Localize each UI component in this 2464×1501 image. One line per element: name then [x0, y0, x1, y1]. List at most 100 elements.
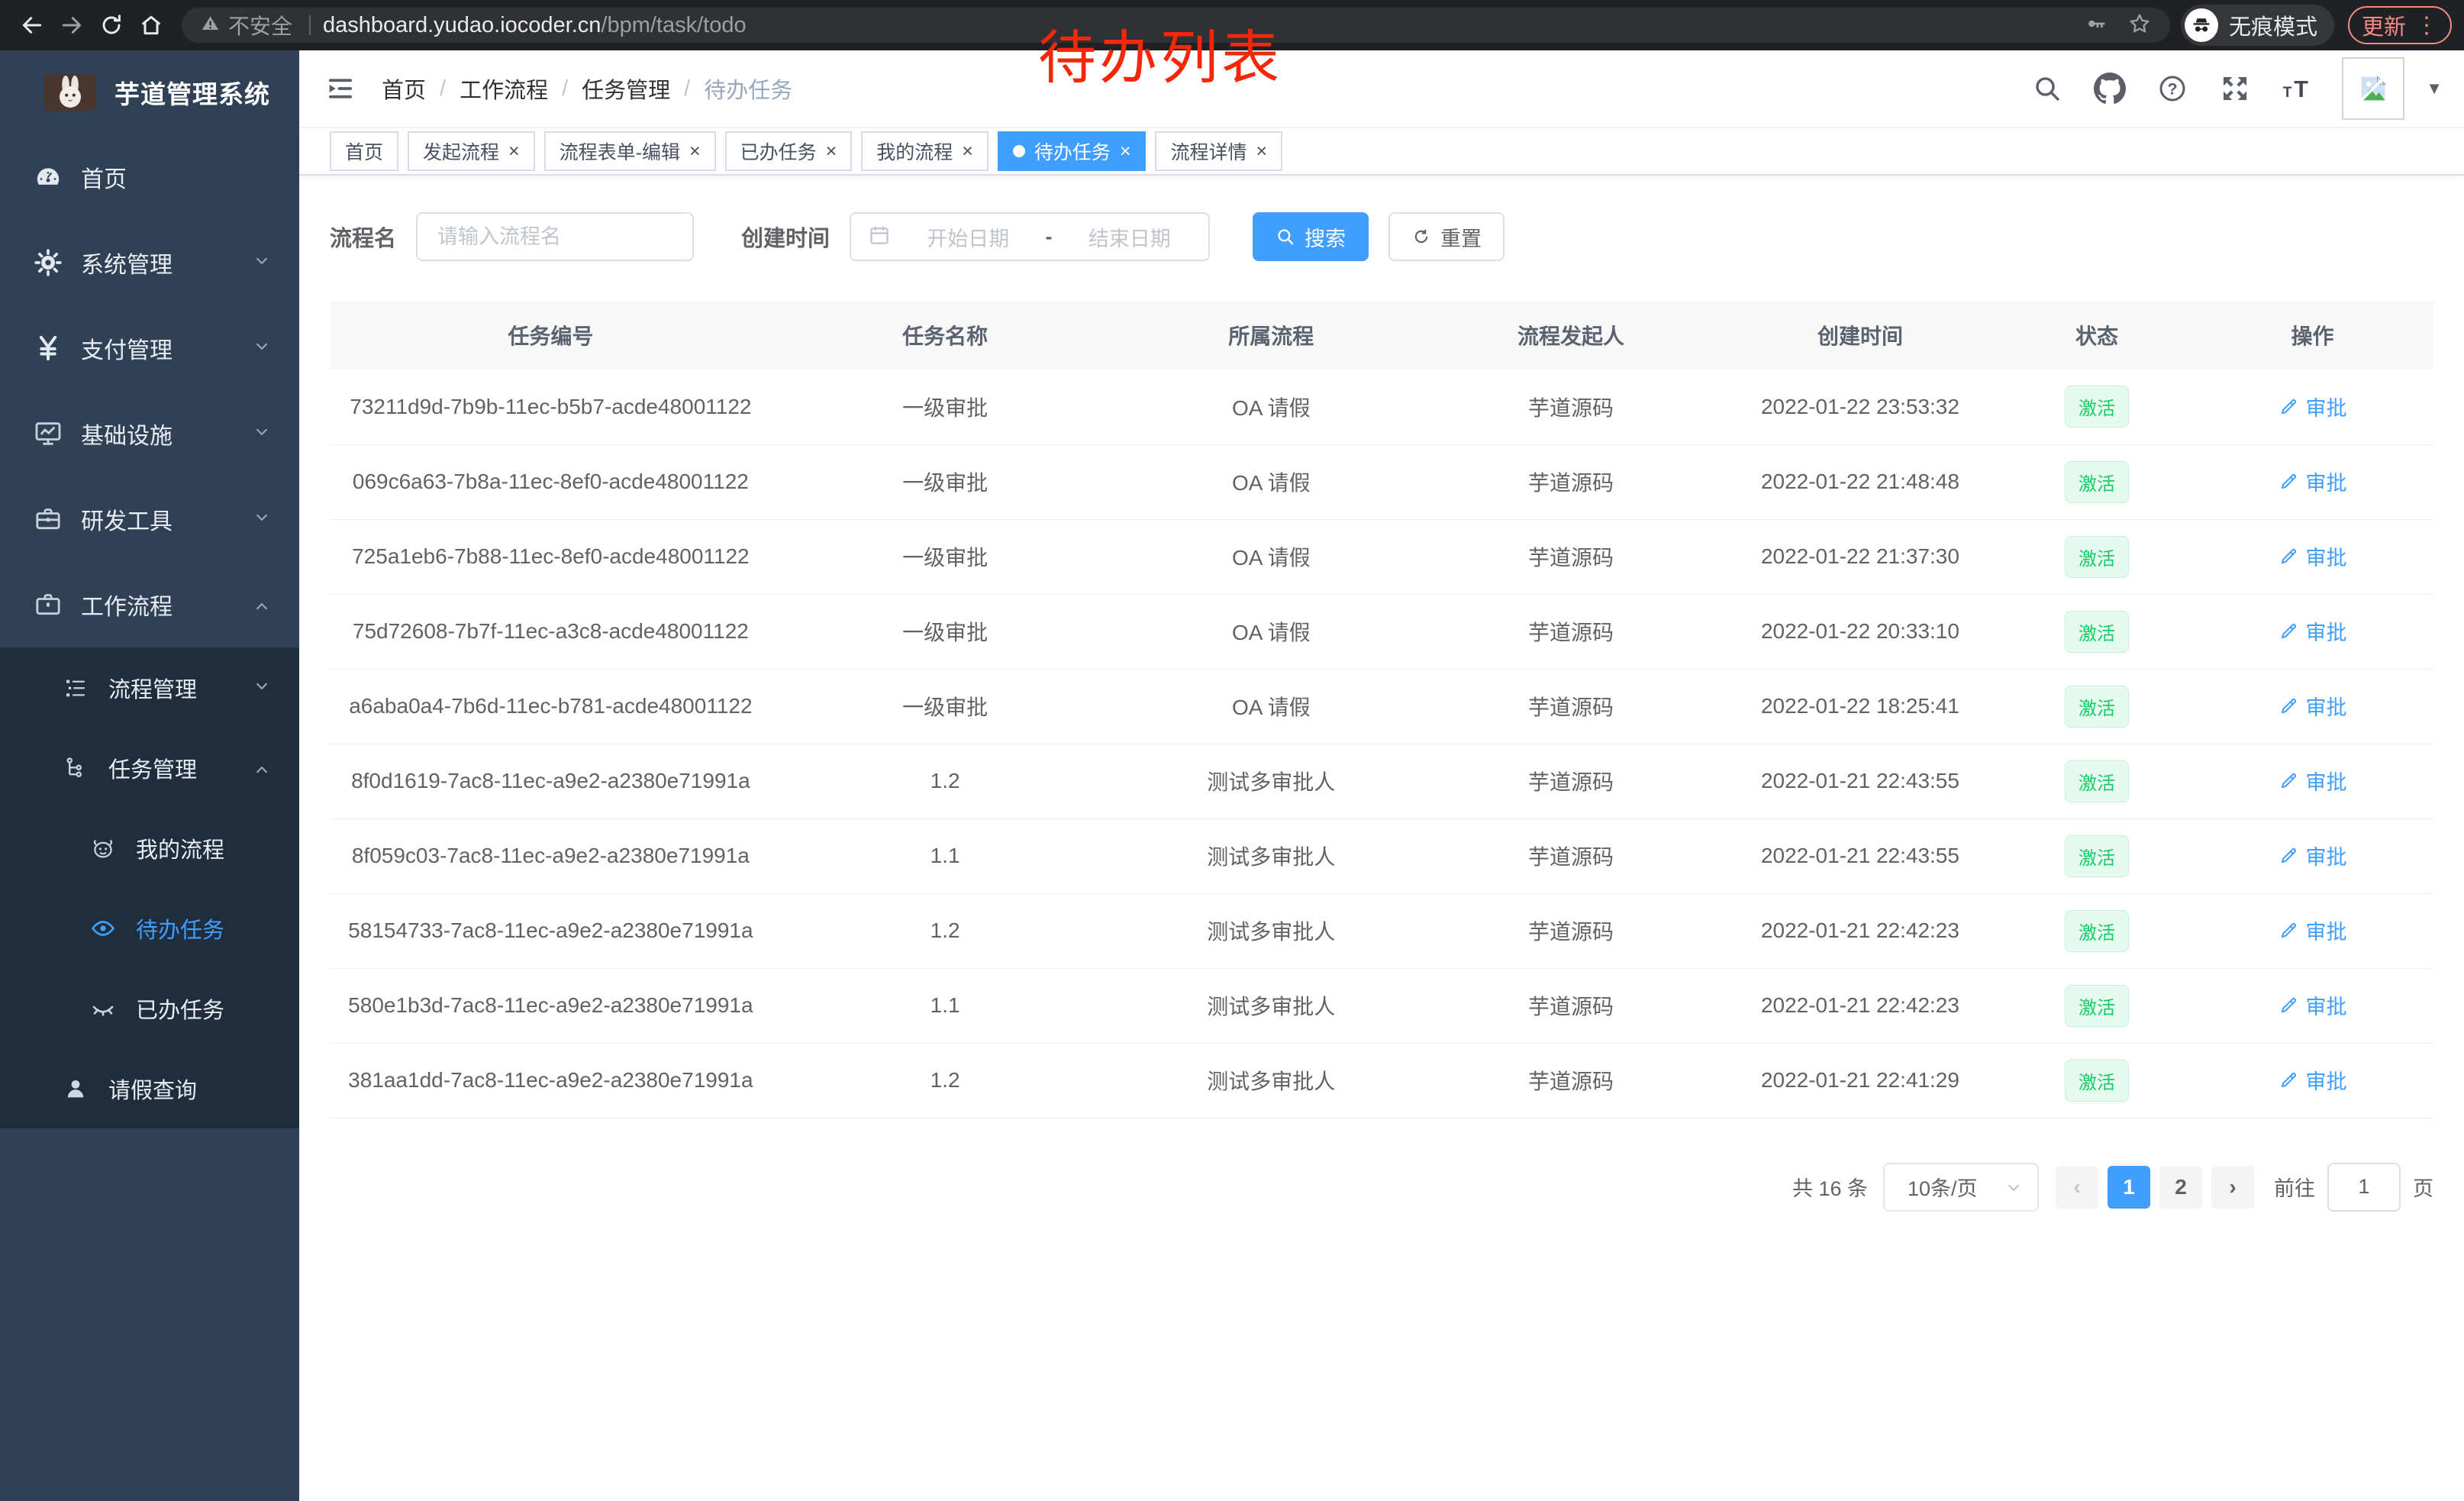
close-icon[interactable]: ×: [689, 140, 701, 163]
date-range-picker[interactable]: 开始日期 - 结束日期: [850, 212, 1210, 261]
branch-tree-icon: [58, 755, 93, 781]
back-icon[interactable]: [12, 5, 52, 45]
search-icon[interactable]: [2029, 70, 2066, 107]
approve-link[interactable]: 审批: [2279, 616, 2347, 646]
sidebar-item-leave-query[interactable]: 请假查询: [0, 1048, 299, 1128]
task-name-cell: 1.1: [772, 818, 1119, 893]
sidebar-item-label: 流程管理: [108, 672, 197, 704]
approve-link[interactable]: 审批: [2279, 392, 2347, 421]
sidebar-item-home[interactable]: 首页: [0, 134, 299, 220]
goto-page-input[interactable]: [2327, 1163, 2401, 1212]
task-name-cell: 1.2: [772, 744, 1119, 818]
tab-todo-tasks[interactable]: 待办任务×: [998, 131, 1147, 171]
browser-chrome: 不安全 dashboard.yudao.iocoder.cn /bpm/task…: [0, 0, 2464, 50]
approve-link[interactable]: 审批: [2279, 990, 2347, 1020]
tab-done-tasks[interactable]: 已办任务×: [725, 131, 853, 171]
sidebar-item-payment[interactable]: 支付管理: [0, 305, 299, 391]
task-name-cell: 一级审批: [772, 444, 1119, 519]
table-row: 75d72608-7b7f-11ec-a3c8-acde48001122 一级审…: [330, 594, 2433, 669]
dashboard-icon: [31, 162, 66, 192]
tab-process-detail[interactable]: 流程详情×: [1155, 131, 1282, 171]
page-button-1[interactable]: 1: [2108, 1166, 2150, 1209]
process-cell: OA 请假: [1118, 519, 1424, 594]
avatar[interactable]: [2342, 57, 2404, 120]
close-icon[interactable]: ×: [1256, 140, 1267, 163]
url-path[interactable]: /bpm/task/todo: [601, 13, 746, 38]
svg-text:?: ?: [2168, 79, 2178, 98]
caret-down-icon[interactable]: ▼: [2426, 79, 2443, 98]
reload-icon[interactable]: [92, 5, 131, 45]
sidebar-item-system[interactable]: 系统管理: [0, 220, 299, 305]
tab-home[interactable]: 首页: [330, 131, 398, 171]
search-button[interactable]: 搜索: [1253, 212, 1369, 261]
starter-cell: 芋道源码: [1424, 370, 1718, 444]
address-bar[interactable]: 不安全 dashboard.yudao.iocoder.cn /bpm/task…: [182, 8, 2170, 43]
start-date-placeholder[interactable]: 开始日期: [906, 222, 1030, 252]
table-row: 725a1eb6-7b88-11ec-8ef0-acde48001122 一级审…: [330, 519, 2433, 594]
starter-cell: 芋道源码: [1424, 818, 1718, 893]
update-button[interactable]: 更新 ⋮: [2348, 6, 2452, 44]
process-cell: OA 请假: [1118, 370, 1424, 444]
approve-link[interactable]: 审批: [2279, 466, 2347, 496]
created-cell: 2022-01-21 22:42:23: [1718, 968, 2002, 1043]
hamburger-icon[interactable]: [321, 69, 360, 108]
sidebar-item-infrastructure[interactable]: 基础设施: [0, 391, 299, 476]
approve-link[interactable]: 审批: [2279, 541, 2347, 571]
close-icon[interactable]: ×: [508, 140, 520, 163]
close-icon[interactable]: ×: [826, 140, 837, 163]
sidebar-item-label: 待办任务: [136, 912, 224, 944]
starter-cell: 芋道源码: [1424, 893, 1718, 968]
home-icon[interactable]: [131, 5, 171, 45]
pagination: 共 16 条 10条/页 ‹ 1 2 › 前往 页: [330, 1163, 2433, 1212]
tab-process-form-edit[interactable]: 流程表单-编辑×: [544, 131, 716, 171]
status-badge: 激活: [2065, 686, 2129, 728]
sidebar-item-devtools[interactable]: 研发工具: [0, 476, 299, 562]
approve-link[interactable]: 审批: [2279, 1065, 2347, 1095]
end-date-placeholder[interactable]: 结束日期: [1068, 222, 1192, 252]
tab-start-process[interactable]: 发起流程×: [408, 131, 535, 171]
page-size-select[interactable]: 10条/页: [1883, 1163, 2039, 1212]
url-domain[interactable]: dashboard.yudao.iocoder.cn: [323, 13, 601, 38]
chevron-down-icon: [2004, 1177, 2024, 1197]
sidebar-item-workflow[interactable]: 工作流程: [0, 562, 299, 647]
help-icon[interactable]: ?: [2154, 70, 2191, 107]
close-icon[interactable]: ×: [962, 140, 973, 163]
sidebar-item-my-process[interactable]: 我的流程: [0, 808, 299, 888]
bookmark-star-icon[interactable]: [2127, 11, 2152, 40]
process-cell: OA 请假: [1118, 444, 1424, 519]
github-icon[interactable]: [2091, 70, 2128, 107]
reset-button[interactable]: 重置: [1388, 212, 1505, 261]
page-button-2[interactable]: 2: [2159, 1166, 2202, 1209]
approve-link[interactable]: 审批: [2279, 691, 2347, 721]
logo[interactable]: 芋道管理系统: [0, 50, 299, 134]
close-icon[interactable]: ×: [1120, 140, 1131, 163]
next-page-button[interactable]: ›: [2211, 1166, 2254, 1209]
task-name-cell: 一级审批: [772, 519, 1119, 594]
sidebar-item-task-management[interactable]: 任务管理: [0, 728, 299, 808]
breadcrumb-separator: /: [440, 76, 446, 102]
approve-link[interactable]: 审批: [2279, 915, 2347, 945]
breadcrumb-item[interactable]: 工作流程: [460, 73, 548, 105]
process-name-input[interactable]: [416, 212, 694, 261]
approve-link[interactable]: 审批: [2279, 841, 2347, 870]
sidebar-item-todo-tasks[interactable]: 待办任务: [0, 888, 299, 968]
app-header: 首页 / 工作流程 / 任务管理 / 待办任务 ?: [299, 50, 2464, 128]
browser-menu-icon[interactable]: ⋮: [2415, 12, 2438, 39]
table-row: 8f059c03-7ac8-11ec-a9e2-a2380e71991a 1.1…: [330, 818, 2433, 893]
update-label[interactable]: 更新: [2362, 9, 2406, 41]
tab-my-process[interactable]: 我的流程×: [861, 131, 989, 171]
process-cell: 测试多审批人: [1118, 968, 1424, 1043]
font-size-icon[interactable]: TT: [2279, 70, 2316, 107]
fullscreen-icon[interactable]: [2217, 70, 2253, 107]
svg-text:T: T: [2295, 77, 2309, 102]
forward-icon[interactable]: [52, 5, 92, 45]
sidebar-item-done-tasks[interactable]: 已办任务: [0, 968, 299, 1048]
prev-page-button[interactable]: ‹: [2056, 1166, 2098, 1209]
table-row: 381aa1dd-7ac8-11ec-a9e2-a2380e71991a 1.2…: [330, 1043, 2433, 1118]
sidebar-item-process-management[interactable]: 流程管理: [0, 647, 299, 728]
approve-link[interactable]: 审批: [2279, 766, 2347, 796]
security-label[interactable]: 不安全: [228, 10, 292, 40]
breadcrumb-item[interactable]: 首页: [382, 73, 426, 105]
key-icon[interactable]: [2085, 12, 2108, 39]
breadcrumb-item[interactable]: 任务管理: [582, 73, 670, 105]
